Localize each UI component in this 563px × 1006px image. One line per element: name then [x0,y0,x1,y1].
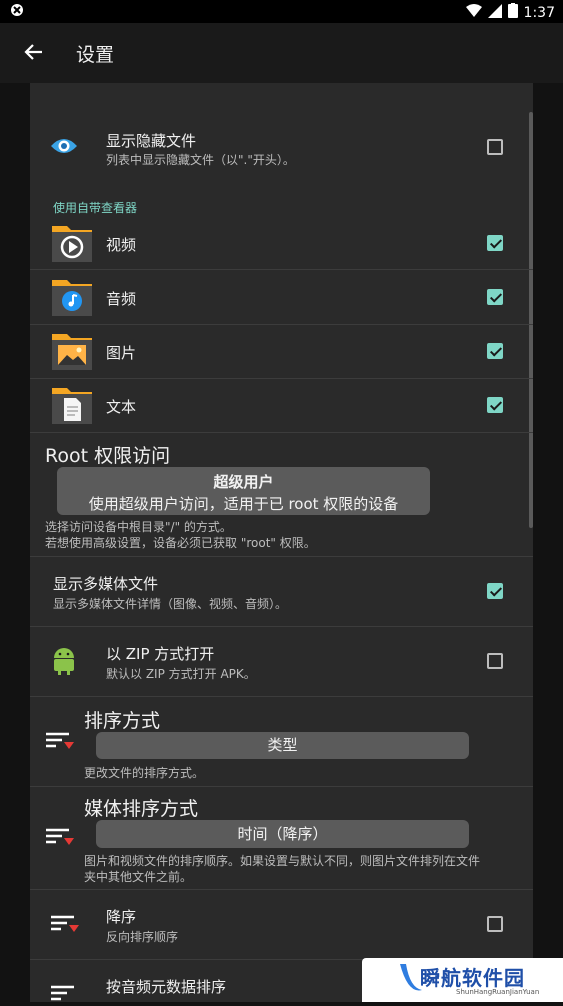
audio-meta-title: 按音频元数据排序 [106,978,227,996]
audio-label: 音频 [106,290,137,308]
descending-icon [50,914,80,938]
audio-meta-sort-icon [50,984,80,1006]
root-desc-line1: 选择访问设备中根目录"/" 的方式。 [45,520,232,534]
image-folder-icon [51,330,93,372]
watermark-logo: 瞬航软件园 ShunHangRuanJianYuan [362,958,563,1002]
descending-checkbox[interactable] [487,916,503,932]
battery-icon [507,3,518,22]
sort-desc: 更改文件的排序方式。 [84,766,205,780]
signal-icon [487,3,502,22]
sort-type-button[interactable]: 类型 [96,732,469,759]
video-label: 视频 [106,236,137,254]
zip-title: 以 ZIP 方式打开 [106,645,215,663]
hidden-files-subtitle: 列表中显示隐藏文件（以"."开头）。 [106,153,295,167]
video-checkbox[interactable] [487,235,503,251]
wifi-icon [465,3,482,22]
media-sort-button[interactable]: 时间（降序） [96,820,469,848]
back-arrow-icon[interactable] [22,40,46,64]
eye-icon [50,134,78,162]
media-files-title: 显示多媒体文件 [53,575,159,593]
root-desc-line2: 若想使用高级设置，设备必须已获取 "root" 权限。 [45,536,316,550]
watermark-subtext: ShunHangRuanJianYuan [456,988,540,996]
root-access-title: Root 权限访问 [45,445,171,467]
media-sort-title: 媒体排序方式 [84,798,199,820]
superuser-button-title: 超级用户 [213,473,274,491]
android-icon [53,645,75,679]
app-bar: 设置 [0,23,563,83]
audio-folder-icon [51,276,93,318]
superuser-button-subtitle: 使用超级用户访问，适用于已 root 权限的设备 [88,495,399,513]
image-checkbox[interactable] [487,343,503,359]
text-folder-icon [51,384,93,426]
zip-checkbox[interactable] [487,653,503,669]
notification-icon [10,3,24,21]
image-label: 图片 [106,344,137,362]
scrollbar[interactable] [529,112,533,528]
audio-checkbox[interactable] [487,289,503,305]
media-sort-desc-line2: 夹中其他文件之前。 [84,870,193,884]
superuser-button[interactable]: 超级用户 使用超级用户访问，适用于已 root 权限的设备 [57,467,430,515]
text-checkbox[interactable] [487,397,503,413]
hidden-files-checkbox[interactable] [487,139,503,155]
video-folder-icon [51,222,93,264]
status-bar: 1:37 [0,0,563,23]
media-sort-desc-line1: 图片和视频文件的排序顺序。如果设置与默认不同，则图片文件排列在文件 [84,854,481,868]
media-files-subtitle: 显示多媒体文件详情（图像、视频、音频）。 [53,597,288,611]
text-label: 文本 [106,398,137,416]
media-sort-icon [45,827,75,851]
sort-title: 排序方式 [84,710,161,732]
descending-subtitle: 反向排序顺序 [106,930,179,944]
viewer-section-header: 使用自带查看器 [53,201,138,215]
sort-icon [45,731,75,755]
hidden-files-title: 显示隐藏文件 [106,132,197,150]
media-files-checkbox[interactable] [487,583,503,599]
page-title: 设置 [76,44,115,66]
descending-title: 降序 [106,908,137,926]
zip-subtitle: 默认以 ZIP 方式打开 APK。 [106,667,256,681]
watermark-text: 瞬航软件园 [420,966,525,990]
status-time: 1:37 [523,4,555,21]
